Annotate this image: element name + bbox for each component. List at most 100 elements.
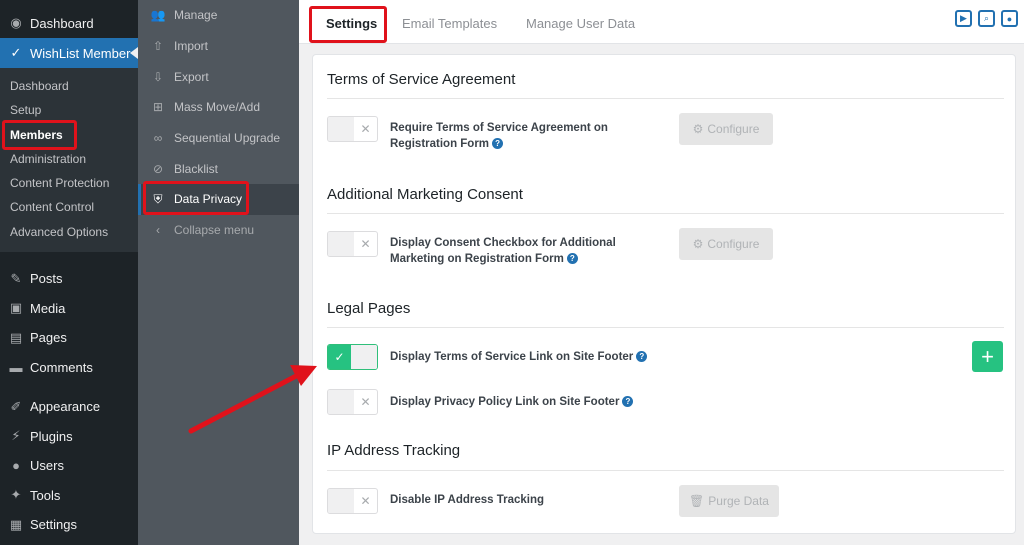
wp-menu-comments-label: Comments — [30, 359, 93, 375]
pages-icon: ▤ — [9, 329, 23, 345]
wishlist-submenu: Dashboard Setup Members Administration C… — [0, 68, 138, 253]
submenu-content-control[interactable]: Content Control — [0, 195, 138, 219]
highlight-data-privacy — [143, 181, 249, 215]
gear-icon: ⚙ — [692, 122, 704, 136]
help-icon[interactable]: ? — [622, 396, 634, 408]
wl-item-manage-label: Manage — [174, 8, 218, 23]
pushpin-icon: ✎ — [10, 270, 22, 286]
marketing-label-text: Display Consent Checkbox for Additional … — [390, 237, 616, 265]
link-icon: ∞ — [153, 131, 163, 146]
tos-label: Require Terms of Service Agreement on Re… — [390, 120, 660, 152]
wl-item-mass-move[interactable]: ⊞ Mass Move/Add — [138, 92, 299, 123]
marketing-label: Display Consent Checkbox for Additional … — [390, 235, 620, 267]
collapse-menu[interactable]: ‹ Collapse menu — [138, 215, 299, 246]
media-icon: ▣ — [9, 300, 23, 316]
wl-item-import-label: Import — [174, 39, 209, 54]
wl-item-export[interactable]: ⇩ Export — [138, 61, 299, 92]
wp-menu-users[interactable]: ● Users — [0, 451, 138, 481]
wp-menu-tools[interactable]: ✦ Tools — [0, 481, 138, 511]
collapse-menu-label: Collapse menu — [174, 223, 255, 238]
privacy-link-label: Display Privacy Policy Link on Site Foot… — [390, 394, 710, 410]
video-icon[interactable]: ▶ — [955, 10, 972, 27]
section-title-tos: Terms of Service Agreement — [327, 71, 516, 88]
wl-item-export-label: Export — [174, 69, 209, 84]
wp-menu-appearance[interactable]: ✐ Appearance — [0, 392, 138, 422]
help-icon[interactable]: ? — [492, 138, 504, 150]
plus-square-icon: ⊞ — [152, 100, 164, 115]
marketing-toggle[interactable]: ✕ — [327, 231, 378, 257]
tab-manage-user-data[interactable]: Manage User Data — [526, 16, 635, 31]
submenu-setup[interactable]: Setup — [0, 98, 138, 122]
divider — [327, 98, 1004, 99]
add-legal-page-button[interactable]: + — [972, 341, 1003, 372]
toggle-off-icon: ✕ — [360, 237, 371, 251]
submenu-administration[interactable]: Administration — [0, 147, 138, 171]
help-icon[interactable]: ? — [636, 351, 648, 363]
tos-configure-button[interactable]: ⚙ Configure — [679, 113, 773, 145]
wp-menu-comments[interactable]: ▬ Comments — [0, 353, 138, 383]
section-title-legal: Legal Pages — [327, 300, 411, 317]
wp-menu-plugins[interactable]: ⚡ Plugins — [0, 422, 138, 452]
divider — [327, 327, 1004, 328]
toggle-knob — [328, 232, 354, 256]
toggle-off-icon: ✕ — [360, 395, 371, 409]
wp-menu-pages-label: Pages — [30, 330, 67, 346]
plus-icon: + — [981, 343, 994, 369]
comments-icon: ▬ — [9, 359, 23, 375]
upload-icon: ⇧ — [152, 39, 164, 54]
submenu-content-protection[interactable]: Content Protection — [0, 171, 138, 195]
ip-tracking-toggle[interactable]: ✕ — [327, 488, 378, 514]
marketing-configure-button[interactable]: ⚙ Configure — [679, 228, 773, 260]
ban-icon: ⊘ — [152, 161, 164, 176]
wl-item-sequential-upgrade[interactable]: ∞ Sequential Upgrade — [138, 123, 299, 154]
search-doc-icon[interactable]: ⌕ — [978, 10, 995, 27]
wrench-icon: ✦ — [10, 487, 22, 503]
wl-item-blacklist[interactable]: ⊘ Blacklist — [138, 153, 299, 184]
ip-tracking-label: Disable IP Address Tracking — [390, 494, 545, 506]
users-group-icon: 👥 — [150, 8, 166, 23]
wp-menu-dashboard[interactable]: ◉ Dashboard — [0, 8, 138, 38]
wp-menu-pages[interactable]: ▤ Pages — [0, 323, 138, 353]
tos-link-label: Display Terms of Service Link on Site Fo… — [390, 349, 710, 365]
purge-data-button[interactable]: 🗑 Purge Data — [679, 485, 779, 517]
paintbrush-icon: ✐ — [10, 398, 22, 414]
wp-menu-wishlist-label: WishList Member — [30, 45, 131, 61]
trash-icon: 🗑 — [689, 494, 705, 508]
tos-toggle[interactable]: ✕ — [327, 116, 378, 142]
gear-icon: ⚙ — [692, 237, 704, 251]
header-icons: ▶ ⌕ ● — [955, 10, 1018, 27]
wp-main-menu: ✎ Posts ▣ Media ▤ Pages ▬ Comments ✐ Appearan… — [0, 252, 138, 540]
help-icon[interactable]: ? — [566, 253, 578, 265]
wl-item-sequential-upgrade-label: Sequential Upgrade — [174, 131, 281, 146]
wp-menu-tools-label: Tools — [30, 487, 61, 503]
wp-menu-posts[interactable]: ✎ Posts — [0, 264, 138, 294]
wp-menu-settings[interactable]: ▦ Settings — [0, 510, 138, 540]
toggle-knob — [351, 345, 377, 369]
wp-admin-sidebar: ◉ Dashboard ✓ WishList Member Dashboard … — [0, 0, 138, 545]
user-support-icon[interactable]: ● — [1001, 10, 1018, 27]
toggle-off-icon: ✕ — [360, 494, 371, 508]
tos-link-toggle[interactable]: ✓ — [327, 344, 378, 370]
divider — [327, 213, 1004, 214]
tab-email-templates[interactable]: Email Templates — [402, 16, 497, 31]
settings-icon: ▦ — [9, 516, 23, 532]
tos-link-label-text: Display Terms of Service Link on Site Fo… — [390, 351, 634, 363]
wp-menu-wishlist[interactable]: ✓ WishList Member — [0, 38, 138, 68]
wp-menu-settings-label: Settings — [30, 517, 77, 533]
chevron-left-icon: ‹ — [156, 223, 160, 238]
privacy-link-toggle[interactable]: ✕ — [327, 389, 378, 415]
download-icon: ⇩ — [152, 69, 164, 84]
wishlist-members-sidebar: 👥 Manage ⇧ Import ⇩ Export ⊞ Mass Move/Add ∞… — [138, 0, 299, 545]
wp-menu-media[interactable]: ▣ Media — [0, 294, 138, 324]
toggle-on-check-icon: ✓ — [328, 345, 351, 369]
wl-item-blacklist-label: Blacklist — [174, 161, 219, 176]
tos-configure-label: Configure — [707, 122, 760, 136]
wl-item-manage[interactable]: 👥 Manage — [138, 0, 299, 31]
submenu-dashboard[interactable]: Dashboard — [0, 74, 138, 98]
plug-icon: ⚡ — [11, 428, 21, 444]
wishlist-check-icon: ✓ — [10, 45, 22, 60]
toggle-knob — [328, 117, 354, 141]
wp-menu-users-label: Users — [30, 458, 64, 474]
wl-item-import[interactable]: ⇧ Import — [138, 31, 299, 62]
submenu-advanced-options[interactable]: Advanced Options — [0, 220, 138, 244]
